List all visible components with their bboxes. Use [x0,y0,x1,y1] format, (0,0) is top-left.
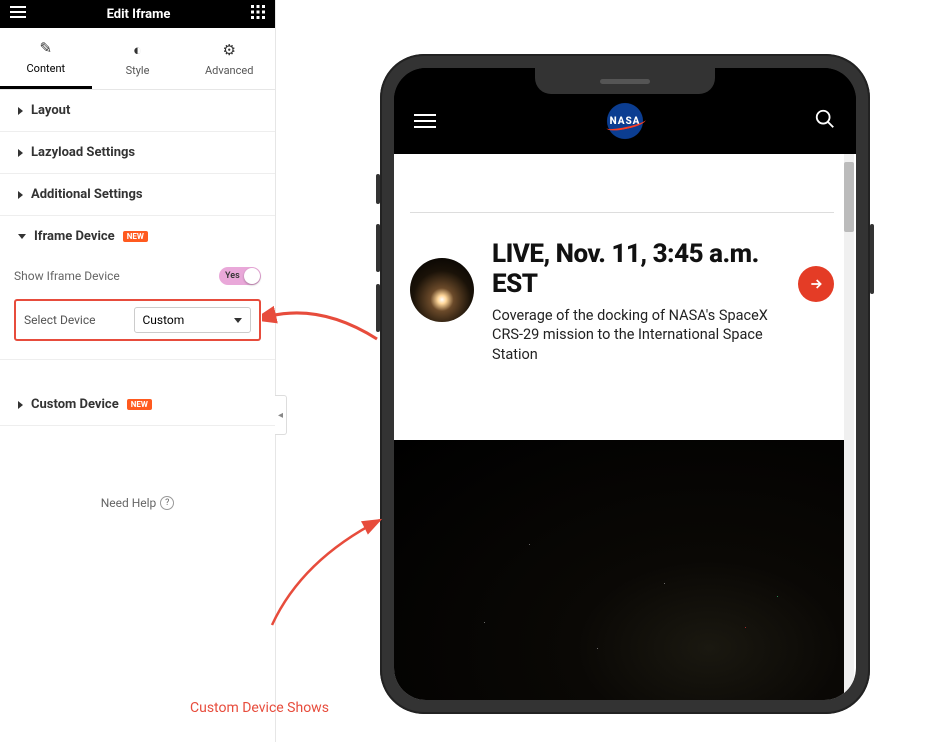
news-thumbnail[interactable] [410,258,474,322]
badge-new: NEW [123,231,148,242]
preview-content: LIVE, Nov. 11, 3:45 a.m. EST Coverage of… [394,154,856,700]
editor-panel: Edit Iframe ✎ Content ◐ Style ⚙ Advanced… [0,0,276,742]
apps-icon[interactable] [251,5,265,23]
panel-tabs: ✎ Content ◐ Style ⚙ Advanced [0,28,275,90]
section-title: Lazyload Settings [31,145,135,160]
tab-style[interactable]: ◐ Style [92,28,184,89]
menu-icon[interactable] [10,6,26,22]
tab-label: Style [126,64,150,77]
tab-label: Advanced [205,64,253,77]
caret-right-icon [18,401,23,409]
control-label: Show Iframe Device [14,269,120,283]
scrollbar-track[interactable] [844,154,854,700]
toggle-value: Yes [225,271,240,281]
need-help-link[interactable]: Need Help ? [0,496,275,510]
section-iframe-device-head[interactable]: Iframe Device NEW [0,216,275,257]
nasa-logo[interactable]: NASA [602,101,648,141]
control-label: Select Device [24,313,124,327]
show-iframe-device-toggle[interactable]: Yes [219,267,261,285]
caret-right-icon [18,149,23,157]
annotation-label: Custom Device Shows [190,700,329,716]
section-title: Additional Settings [31,187,143,202]
news-card: LIVE, Nov. 11, 3:45 a.m. EST Coverage of… [410,240,834,364]
panel-title: Edit Iframe [107,7,171,22]
device-side-button [870,224,874,294]
caret-right-icon [18,191,23,199]
section-title: Layout [31,103,70,118]
select-device-dropdown[interactable]: Custom [134,307,252,333]
help-label: Need Help [101,496,157,510]
tab-advanced[interactable]: ⚙ Advanced [183,28,275,89]
section-title: Iframe Device [34,229,115,244]
news-description: Coverage of the docking of NASA's SpaceX… [492,306,780,365]
show-iframe-device-row: Show Iframe Device Yes [14,267,261,285]
section-title: Custom Device [31,397,119,412]
help-icon: ? [160,496,174,510]
contrast-icon: ◐ [133,41,142,59]
tab-label: Content [27,62,66,75]
badge-new: NEW [127,399,152,410]
toggle-knob [244,268,260,284]
gear-icon: ⚙ [222,41,235,59]
tab-content[interactable]: ✎ Content [0,28,92,89]
device-screen: NASA LIVE, Nov. 11, 3:45 a.m. EST Covera… [394,68,856,700]
device-side-button [376,224,380,272]
divider [410,212,834,213]
section-layout[interactable]: Layout [0,90,275,132]
hamburger-icon[interactable] [414,110,436,132]
pencil-icon: ✎ [40,39,53,57]
section-lazyload[interactable]: Lazyload Settings [0,132,275,174]
section-iframe-device: Iframe Device NEW Show Iframe Device Yes… [0,216,275,360]
section-additional[interactable]: Additional Settings [0,174,275,216]
device-notch [535,68,715,94]
news-next-button[interactable] [798,266,834,302]
device-side-button [376,284,380,332]
news-title: LIVE, Nov. 11, 3:45 a.m. EST [492,240,780,300]
chevron-down-icon [234,318,242,323]
caret-down-icon [18,234,26,239]
device-frame: NASA LIVE, Nov. 11, 3:45 a.m. EST Covera… [380,54,870,714]
search-icon[interactable] [814,108,836,134]
annotation-arrow [262,294,382,344]
select-value: Custom [143,313,185,327]
collapse-panel-handle[interactable]: ◂ [275,395,287,435]
section-custom-device[interactable]: Custom Device NEW [0,384,275,426]
device-side-button [376,174,380,204]
caret-right-icon [18,107,23,115]
select-device-row: Select Device Custom [14,299,261,341]
preview-hero-image [394,440,844,700]
annotation-arrow [262,510,392,630]
scrollbar-thumb[interactable] [844,162,854,232]
panel-header: Edit Iframe [0,0,275,28]
